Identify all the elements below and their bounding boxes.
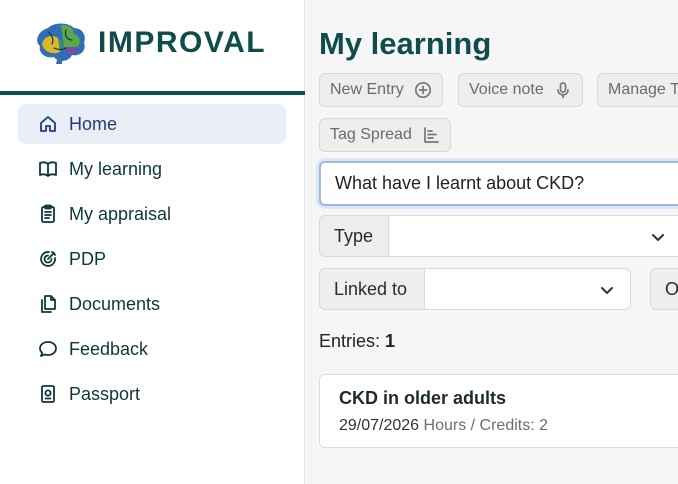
sidebar-item-label: PDP bbox=[69, 248, 107, 269]
sidebar-item-label: Feedback bbox=[69, 338, 149, 359]
main-content: My learning New Entry Voice note Manage … bbox=[305, 0, 678, 484]
entries-label: Entries: bbox=[319, 331, 381, 351]
entry-title: CKD in older adults bbox=[339, 388, 507, 408]
plus-circle-icon bbox=[414, 81, 431, 99]
manage-tags-label: Manage T bbox=[608, 81, 678, 98]
sidebar-item-my-appraisal[interactable]: My appraisal bbox=[18, 194, 286, 234]
chevron-down-icon bbox=[652, 234, 664, 241]
home-icon bbox=[38, 114, 58, 134]
chevron-down-icon bbox=[601, 287, 613, 294]
sidebar-nav: Home My learning My appraisal PDP Docume… bbox=[18, 104, 286, 419]
chat-bubble-icon bbox=[38, 339, 58, 359]
sidebar-item-pdp[interactable]: PDP bbox=[18, 239, 286, 279]
sidebar-item-label: Documents bbox=[69, 293, 161, 314]
entry-date: 29/07/2026 bbox=[339, 417, 420, 434]
page-title: My learning bbox=[319, 26, 492, 61]
sidebar-item-passport[interactable]: Passport bbox=[18, 374, 286, 414]
type-filter-label-text: Type bbox=[334, 225, 374, 246]
voice-note-button[interactable]: Voice note bbox=[458, 73, 583, 107]
book-icon bbox=[38, 159, 58, 179]
linked-to-select[interactable] bbox=[424, 268, 631, 310]
new-entry-label: New Entry bbox=[330, 81, 404, 98]
search-input[interactable]: What have I learnt about CKD? bbox=[319, 161, 678, 206]
manage-tags-button[interactable]: Manage T bbox=[597, 73, 678, 107]
linked-to-filter-label: Linked to bbox=[319, 268, 425, 310]
new-entry-button[interactable]: New Entry bbox=[319, 73, 443, 107]
type-filter-label: Type bbox=[319, 215, 389, 257]
tag-spread-label: Tag Spread bbox=[330, 126, 412, 143]
passport-icon bbox=[38, 384, 58, 404]
entries-count: Entries: 1 bbox=[319, 331, 395, 352]
other-filter-label[interactable]: O bbox=[650, 268, 678, 310]
sidebar-item-feedback[interactable]: Feedback bbox=[18, 329, 286, 369]
entry-hours-credits: Hours / Credits: 2 bbox=[423, 417, 549, 434]
sidebar-item-home[interactable]: Home bbox=[18, 104, 286, 144]
sidebar-item-my-learning[interactable]: My learning bbox=[18, 149, 286, 189]
clipboard-icon bbox=[38, 204, 58, 224]
tag-spread-button[interactable]: Tag Spread bbox=[319, 118, 451, 152]
learning-entry-card[interactable]: CKD in older adults 29/07/2026 Hours / C… bbox=[319, 374, 678, 448]
search-input-value: What have I learnt about CKD? bbox=[335, 173, 585, 193]
other-filter-label-text: O bbox=[665, 278, 678, 299]
documents-icon bbox=[38, 294, 58, 314]
entries-number: 1 bbox=[385, 331, 396, 351]
sidebar-item-label: My appraisal bbox=[69, 203, 172, 224]
bar-chart-icon bbox=[423, 127, 439, 143]
brain-logo-icon bbox=[37, 23, 85, 64]
voice-note-label: Voice note bbox=[469, 81, 544, 98]
sidebar-divider bbox=[0, 91, 305, 95]
target-icon bbox=[38, 249, 58, 269]
entry-meta: 29/07/2026 Hours / Credits: 2 bbox=[339, 417, 678, 435]
sidebar-item-label: Home bbox=[69, 113, 118, 134]
sidebar-item-label: Passport bbox=[69, 383, 141, 404]
sidebar-item-documents[interactable]: Documents bbox=[18, 284, 286, 324]
sidebar-item-label: My learning bbox=[69, 158, 163, 179]
brand-name: IMPROVAL bbox=[98, 26, 267, 59]
brand-logo[interactable]: IMPROVAL bbox=[34, 22, 266, 64]
sidebar: IMPROVAL Home My learning My appraisal P… bbox=[0, 0, 305, 484]
microphone-icon bbox=[556, 82, 569, 99]
type-select[interactable] bbox=[388, 215, 678, 257]
linked-to-filter-label-text: Linked to bbox=[334, 278, 408, 299]
